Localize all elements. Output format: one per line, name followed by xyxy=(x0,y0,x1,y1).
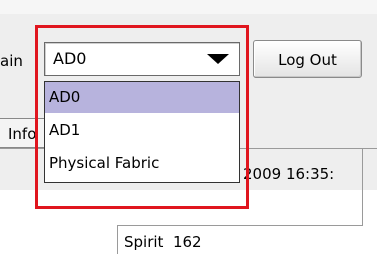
domain-dropdown-value: AD0 xyxy=(53,49,87,68)
tab-info-label: Info xyxy=(8,125,37,143)
domain-label: ain xyxy=(0,52,23,70)
table-cell: Spirit 162 xyxy=(117,225,363,254)
dropdown-option-physical-fabric[interactable]: Physical Fabric xyxy=(45,148,239,179)
logout-button[interactable]: Log Out xyxy=(253,40,362,78)
table-cell-text: Spirit 162 xyxy=(124,233,202,251)
chevron-down-icon[interactable] xyxy=(207,54,229,64)
timestamp: 2009 16:35: xyxy=(243,165,335,183)
domain-dropdown-list: AD0 AD1 Physical Fabric xyxy=(44,81,240,183)
tab-info[interactable]: Info xyxy=(0,118,48,148)
dropdown-option-ad0[interactable]: AD0 xyxy=(45,82,239,113)
dropdown-option-ad1[interactable]: AD1 xyxy=(45,115,239,146)
top-strip xyxy=(0,0,377,14)
domain-dropdown[interactable]: AD0 xyxy=(44,42,240,76)
